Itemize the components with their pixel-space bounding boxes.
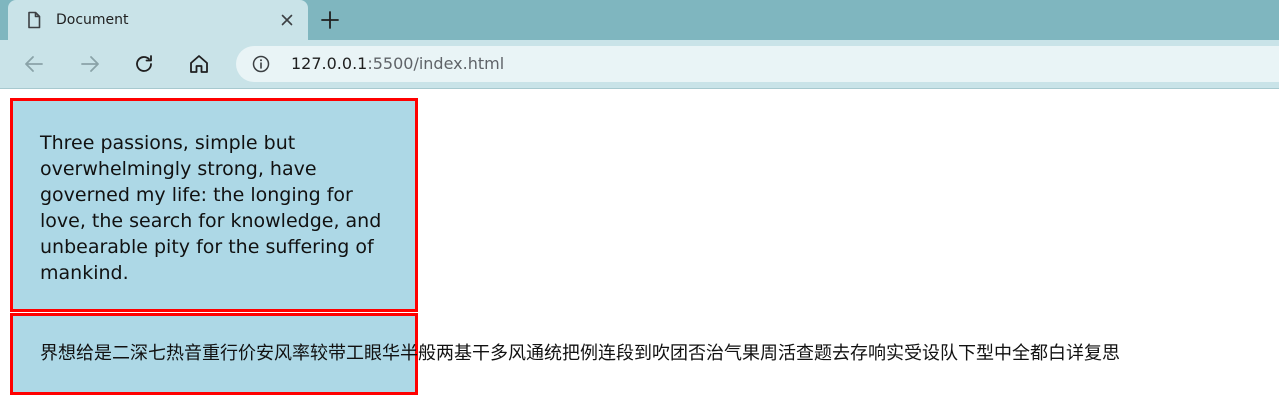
tab-document[interactable]: Document [8,0,308,40]
close-icon[interactable] [278,11,296,29]
chinese-text-box: 界想给是二深七热音重行价安风率较带工眼华半般两基干多风通统把例连段到吹团否治气果… [10,313,1120,395]
forward-arrow-icon[interactable] [78,52,102,76]
url-path: :5500/index.html [367,54,505,73]
browser-toolbar: 127.0.0.1:5500/index.html [0,40,1279,88]
english-paragraph: Three passions, simple but overwhelmingl… [40,132,382,284]
plus-icon[interactable] [318,8,342,32]
chinese-paragraph: 界想给是二深七热音重行价安风率较带工眼华半般两基干多风通统把例连段到吹团否治气果… [40,343,1120,364]
english-text-box: Three passions, simple but overwhelmingl… [10,98,418,312]
info-icon[interactable] [252,55,270,73]
reload-icon[interactable] [132,52,156,76]
address-bar[interactable]: 127.0.0.1:5500/index.html [236,46,1279,82]
tab-strip: Document [0,0,1279,40]
document-icon [25,11,43,29]
home-icon[interactable] [187,52,211,76]
page-viewport: Three passions, simple but overwhelmingl… [0,89,1279,411]
back-arrow-icon[interactable] [22,52,46,76]
url-host: 127.0.0.1 [291,54,368,73]
tab-title: Document [56,12,129,28]
url-text[interactable]: 127.0.0.1:5500/index.html [291,55,504,73]
